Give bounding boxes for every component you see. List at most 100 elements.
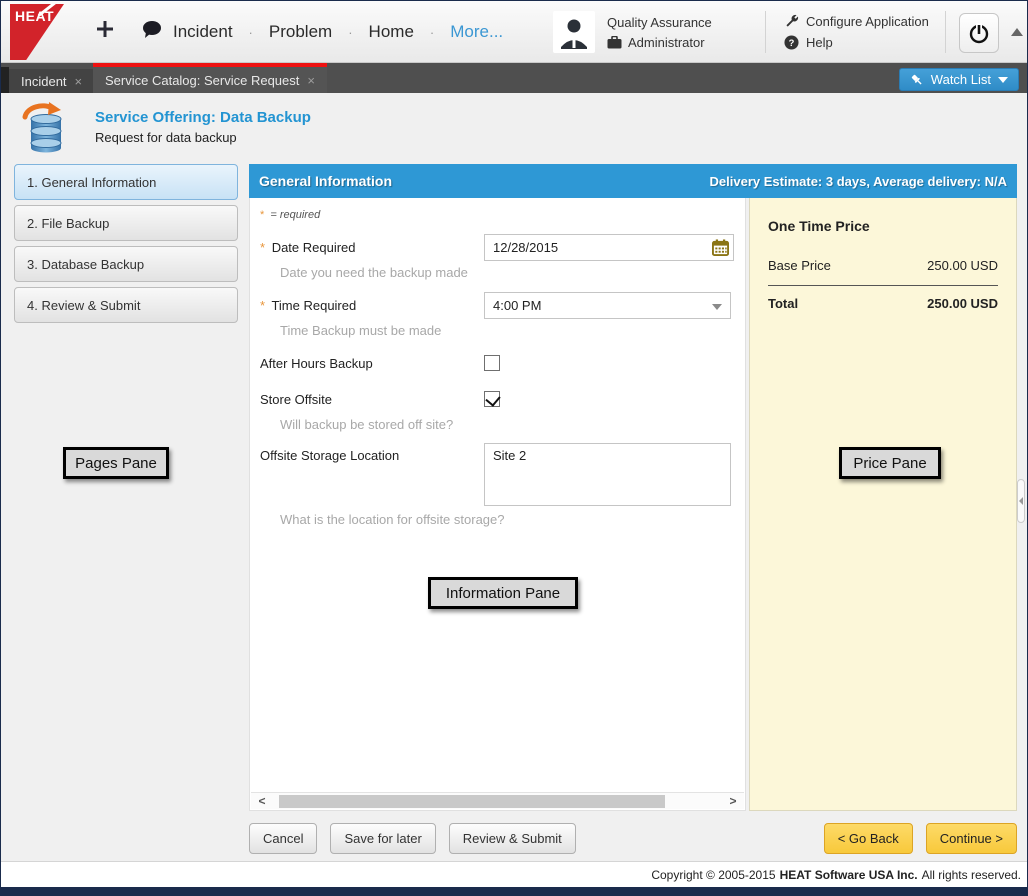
wrench-icon: [784, 14, 799, 29]
page-step-file-backup[interactable]: 2. File Backup: [14, 205, 238, 241]
briefcase-icon: [607, 36, 622, 49]
heat-logo-text: HEAT: [15, 8, 54, 24]
delivery-estimate: Delivery Estimate: 3 days, Average deliv…: [710, 174, 1007, 189]
person-icon: [557, 15, 591, 49]
nav-incident[interactable]: Incident: [169, 22, 237, 42]
help-icon: ?: [784, 35, 799, 50]
heat-logo[interactable]: HEAT: [10, 4, 64, 60]
tab-bar-edge: [1, 67, 9, 93]
time-required-select[interactable]: 4:00 PM: [484, 292, 731, 319]
top-header: HEAT Incident · Problem · Home · More...: [1, 1, 1027, 63]
offsite-storage-location-textarea[interactable]: Site 2: [484, 443, 731, 506]
avatar: [553, 11, 595, 53]
calendar-icon[interactable]: [712, 239, 729, 259]
tab-service-catalog[interactable]: Service Catalog: Service Request ×: [93, 63, 327, 93]
date-required-input[interactable]: [484, 234, 734, 261]
store-offsite-label: Store Offsite: [260, 392, 484, 407]
nav-home[interactable]: Home: [365, 22, 418, 42]
user-role: Administrator: [628, 35, 705, 50]
page-step-database-backup[interactable]: 3. Database Backup: [14, 246, 238, 282]
annotation-pages-pane: Pages Pane: [63, 447, 169, 479]
configure-application-label: Configure Application: [806, 14, 929, 29]
save-for-later-button[interactable]: Save for later: [330, 823, 435, 854]
nav-separator-dot: ·: [249, 25, 253, 40]
store-offsite-checkbox[interactable]: [484, 391, 500, 407]
nav-more[interactable]: More...: [446, 22, 507, 42]
base-price-label: Base Price: [768, 258, 831, 273]
tab-close-icon[interactable]: ×: [75, 74, 83, 89]
new-record-icon[interactable]: [95, 19, 115, 44]
logout-button[interactable]: [959, 13, 999, 53]
data-backup-icon: [19, 101, 71, 153]
page-step-review-submit[interactable]: 4. Review & Submit: [14, 287, 238, 323]
price-pane: One Time Price Base Price 250.00 USD Tot…: [749, 198, 1017, 811]
store-offsite-helper: Will backup be stored off site?: [280, 417, 731, 432]
cancel-button[interactable]: Cancel: [249, 823, 317, 854]
scroll-left-arrow[interactable]: <: [251, 794, 273, 808]
section-header-bar: General Information Delivery Estimate: 3…: [249, 164, 1017, 198]
date-required-helper: Date you need the backup made: [280, 265, 731, 280]
scrollbar-track[interactable]: [273, 795, 722, 808]
tab-service-catalog-label: Service Catalog: Service Request: [105, 73, 299, 88]
required-star: *: [260, 209, 264, 221]
chevron-down-icon: [998, 77, 1008, 83]
chevron-left-icon: [1019, 497, 1023, 505]
copyright-suffix: All rights reserved.: [922, 868, 1021, 882]
time-required-value: 4:00 PM: [493, 298, 541, 313]
nav-separator-dot: ·: [430, 25, 434, 40]
base-price-row: Base Price 250.00 USD: [768, 258, 998, 286]
go-back-button[interactable]: < Go Back: [824, 823, 913, 854]
time-required-helper: Time Backup must be made: [280, 323, 731, 338]
total-price-row: Total 250.00 USD: [768, 286, 998, 311]
header-separator: [765, 11, 766, 53]
nav-separator-dot: ·: [348, 25, 352, 40]
total-label: Total: [768, 296, 798, 311]
offsite-storage-location-label: Offsite Storage Location: [260, 443, 484, 463]
header-separator: [945, 11, 946, 53]
tab-incident[interactable]: Incident ×: [9, 69, 94, 93]
collapse-header-arrow[interactable]: [1011, 28, 1023, 36]
offering-title: Service Offering: Data Backup: [95, 109, 311, 126]
chat-icon[interactable]: [141, 20, 163, 44]
required-note: * = required: [260, 209, 731, 221]
required-star: *: [260, 298, 265, 313]
user-block[interactable]: Quality Assurance Administrator: [553, 11, 712, 53]
total-value: 250.00 USD: [927, 296, 998, 311]
tab-bar: Incident × Service Catalog: Service Requ…: [1, 63, 1027, 93]
configure-application-link[interactable]: Configure Application: [784, 14, 929, 29]
pushpin-icon: [910, 73, 924, 87]
base-price-value: 250.00 USD: [927, 258, 998, 273]
user-name: Quality Assurance: [607, 15, 712, 30]
required-star: *: [260, 240, 265, 255]
help-link[interactable]: ? Help: [784, 35, 929, 50]
scroll-right-arrow[interactable]: >: [722, 794, 744, 808]
main-panel: General Information Delivery Estimate: 3…: [249, 164, 1017, 811]
watch-list-button[interactable]: Watch List: [899, 68, 1019, 91]
review-submit-button[interactable]: Review & Submit: [449, 823, 576, 854]
offering-header: Service Offering: Data Backup Request fo…: [19, 101, 311, 153]
power-icon: [967, 21, 991, 45]
offsite-storage-location-helper: What is the location for offsite storage…: [280, 512, 731, 527]
page-step-general-information[interactable]: 1. General Information: [14, 164, 238, 200]
scrollbar-thumb[interactable]: [279, 795, 665, 808]
horizontal-scrollbar[interactable]: < >: [251, 792, 744, 809]
after-hours-backup-checkbox[interactable]: [484, 355, 500, 371]
pane-collapse-handle[interactable]: [1017, 479, 1025, 523]
pages-pane: 1. General Information 2. File Backup 3.…: [14, 164, 238, 323]
offering-subtitle: Request for data backup: [95, 130, 311, 145]
app-window: HEAT Incident · Problem · Home · More...: [0, 0, 1028, 896]
nav-problem[interactable]: Problem: [265, 22, 336, 42]
bottom-navy-strip: [1, 887, 1027, 895]
continue-button[interactable]: Continue >: [926, 823, 1017, 854]
tab-close-icon[interactable]: ×: [307, 73, 315, 88]
footer: Copyright © 2005-2015 HEAT Software USA …: [1, 861, 1027, 887]
price-pane-title: One Time Price: [768, 218, 998, 234]
svg-text:?: ?: [789, 38, 795, 48]
date-required-label: * Date Required: [260, 240, 484, 255]
time-required-label: * Time Required: [260, 298, 484, 313]
annotation-information-pane: Information Pane: [428, 577, 578, 609]
annotation-price-pane: Price Pane: [839, 447, 941, 479]
copyright-company: HEAT Software USA Inc.: [780, 868, 918, 882]
watch-list-label: Watch List: [931, 72, 991, 87]
chevron-down-icon: [712, 304, 722, 310]
